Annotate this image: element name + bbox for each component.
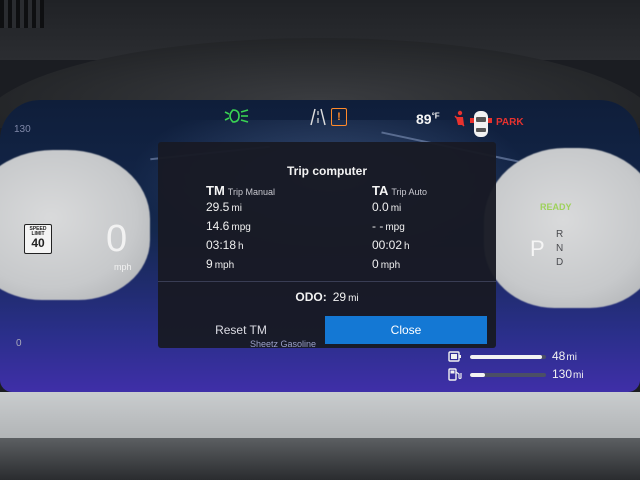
speed-unit: mph [114, 262, 132, 272]
stat-unit: mi [390, 203, 402, 214]
stat-value: 00:02 [372, 238, 403, 252]
stat-value: 29.5 [206, 200, 230, 214]
trip-manual-economy: 14.6 mpg [206, 219, 275, 238]
range-value: 130 [552, 367, 573, 381]
stat-unit: mph [214, 260, 235, 271]
trip-manual-name: Trip Manual [227, 187, 275, 197]
stat-value: 9 [206, 257, 213, 271]
trip-computer-dialog: Trip computer TM Trip Manual 29.5 mi 14.6 m… [158, 142, 496, 348]
dashboard-lower [0, 438, 640, 480]
temperature-value: 89 [416, 111, 432, 127]
trip-manual-abbr: TM [206, 183, 225, 198]
trip-auto-time: 00:02 h [372, 238, 427, 257]
park-indicator: PARK [496, 117, 524, 128]
stat-unit: mpg [385, 222, 405, 233]
fuel-range: 130mi [448, 367, 584, 383]
stat-unit: h [238, 241, 244, 252]
fuel-pump-icon [448, 368, 462, 381]
odometer-unit: mi [348, 293, 359, 304]
speed-limit-sign: SPEED LIMIT 40 [24, 224, 52, 254]
gear-list: R N D [556, 228, 563, 270]
stat-value: 0 [372, 257, 379, 271]
gear-r: R [556, 229, 564, 240]
electric-range-fill [470, 355, 543, 359]
stat-value: 14.6 [206, 219, 230, 233]
gear-n: N [556, 243, 564, 254]
selected-gear: P [530, 236, 545, 261]
trip-auto-abbr: TA [372, 183, 389, 198]
gauge-scale-top: 130 [14, 124, 31, 135]
stat-unit: mph [380, 260, 401, 271]
trip-auto-speed: 0 mph [372, 257, 427, 276]
trip-auto-header: TA Trip Auto [372, 182, 427, 200]
dialog-divider [158, 281, 496, 282]
dialog-title: Trip computer [286, 164, 367, 178]
headlight-icon [224, 109, 249, 123]
lane-road-icon [310, 108, 326, 126]
trip-manual-time: 03:18 h [206, 238, 275, 257]
ready-indicator: READY [540, 202, 572, 212]
trip-manual-speed: 9 mph [206, 257, 275, 276]
stat-unit: mpg [231, 222, 251, 233]
trip-manual-header: TM Trip Manual [206, 182, 275, 200]
odometer: ODO: 29 mi [158, 290, 496, 304]
stat-value: - - [372, 219, 384, 233]
electric-range: 48mi [448, 349, 578, 365]
stat-unit: mi [231, 203, 242, 214]
temperature-unit: °F [431, 111, 440, 121]
gauge-scale-bottom: 0 [16, 338, 22, 349]
car-top-icon [470, 111, 492, 137]
speed-value: 0 [106, 218, 128, 260]
air-vent [0, 0, 44, 28]
fuel-range-fill [470, 373, 486, 377]
reflection-glare-left [0, 150, 150, 300]
odometer-label: ODO: [295, 290, 327, 304]
trip-auto-name: Trip Auto [391, 187, 428, 197]
stat-unit: h [404, 241, 410, 252]
trip-manual-distance: 29.5 mi [206, 200, 275, 219]
battery-plug-icon [448, 351, 461, 362]
trip-auto-economy: - - mpg [372, 219, 427, 238]
trip-auto-distance: 0.0 mi [372, 200, 427, 219]
range-unit: mi [573, 370, 584, 381]
gear-d: D [556, 257, 564, 268]
trip-manual-column: TM Trip Manual 29.5 mi 14.6 mpg 03:18 h 9 mph [206, 182, 275, 276]
range-unit: mi [566, 352, 577, 363]
fuel-range-bar [470, 373, 546, 377]
close-button[interactable]: Close [325, 316, 487, 344]
electric-range-bar [470, 355, 546, 359]
trip-auto-column: TA Trip Auto 0.0 mi - - mpg 00:02 h 0 mph [372, 182, 427, 276]
odometer-value: 29 [332, 290, 347, 304]
map-street-label: Sheetz Gasoline [250, 339, 317, 349]
stat-value: 03:18 [206, 238, 237, 252]
outside-temperature: 89°F [416, 111, 440, 127]
speed-limit-value: 40 [31, 236, 45, 250]
stat-value: 0.0 [372, 200, 389, 214]
warning-icon: ! [331, 108, 347, 126]
range-value: 48 [552, 349, 566, 363]
seatbelt-icon [454, 110, 465, 127]
fuel-range-value: 130mi [552, 367, 584, 381]
electric-range-value: 48mi [552, 349, 577, 363]
